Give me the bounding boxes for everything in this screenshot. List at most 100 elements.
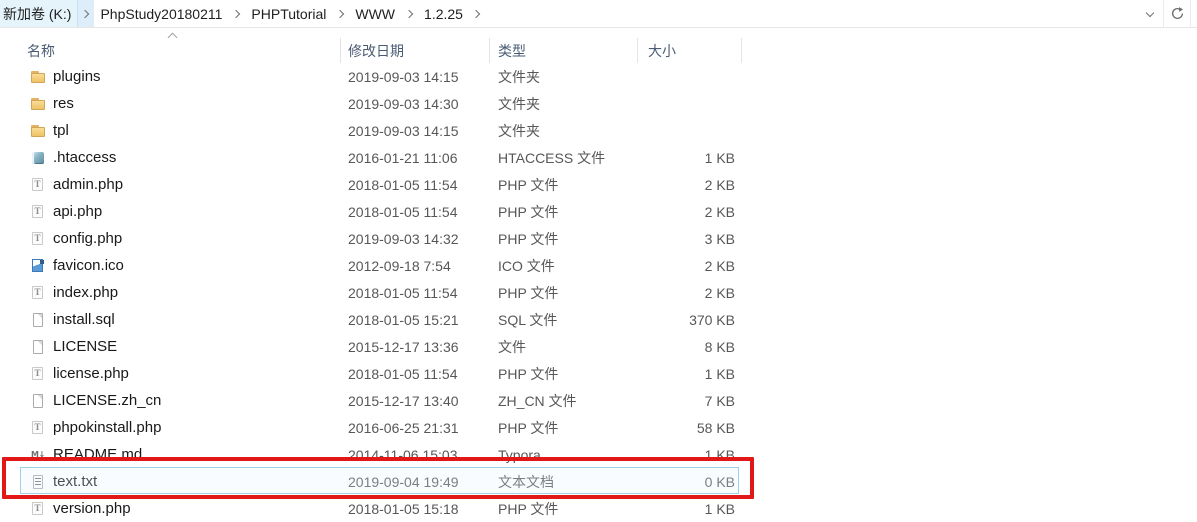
file-date-modified: 2016-01-21 11:06 bbox=[348, 150, 498, 166]
file-rows: plugins 2019-09-03 14:15 文件夹 res 2019-09… bbox=[0, 63, 1197, 522]
file-size: 2 KB bbox=[648, 258, 742, 274]
file-name: favicon.ico bbox=[53, 257, 124, 274]
file-name: tpl bbox=[53, 122, 69, 139]
chevron-down-icon bbox=[1146, 8, 1154, 16]
file-row[interactable]: install.sql 2018-01-05 15:21 SQL 文件 370 … bbox=[0, 306, 1197, 333]
file-type: 文件 bbox=[498, 337, 648, 357]
file-date-modified: 2018-01-05 11:54 bbox=[348, 204, 498, 220]
file-row[interactable]: LICENSE 2015-12-17 13:36 文件 8 KB bbox=[0, 333, 1197, 360]
folder-icon bbox=[30, 96, 46, 112]
text-editor-icon bbox=[30, 420, 46, 436]
file-row[interactable]: .htaccess 2016-01-21 11:06 HTACCESS 文件 1… bbox=[0, 144, 1197, 171]
file-row[interactable]: index.php 2018-01-05 11:54 PHP 文件 2 KB bbox=[0, 279, 1197, 306]
text-editor-icon bbox=[30, 231, 46, 247]
file-name: config.php bbox=[53, 230, 122, 247]
text-editor-icon bbox=[30, 285, 46, 301]
file-size: 2 KB bbox=[648, 177, 742, 193]
file-size: 8 KB bbox=[648, 339, 742, 355]
folder-icon bbox=[30, 69, 46, 85]
file-list-pane: 名称 修改日期 类型 大小 plugins 2019-09-03 14:15 文… bbox=[0, 38, 1197, 522]
file-date-modified: 2018-01-05 15:21 bbox=[348, 312, 498, 328]
blank-file-icon bbox=[30, 312, 46, 328]
file-size: 1 KB bbox=[648, 366, 742, 382]
file-row[interactable]: text.txt 2019-09-04 19:49 文本文档 0 KB bbox=[0, 468, 1197, 495]
file-row[interactable]: plugins 2019-09-03 14:15 文件夹 bbox=[0, 63, 1197, 90]
file-row[interactable]: LICENSE.zh_cn 2015-12-17 13:40 ZH_CN 文件 … bbox=[0, 387, 1197, 414]
file-row[interactable]: license.php 2018-01-05 11:54 PHP 文件 1 KB bbox=[0, 360, 1197, 387]
file-type: PHP 文件 bbox=[498, 202, 648, 222]
blank-file-icon bbox=[30, 339, 46, 355]
file-date-modified: 2019-09-04 19:49 bbox=[348, 474, 498, 490]
file-name: res bbox=[53, 95, 74, 112]
column-header-date-modified[interactable]: 修改日期 bbox=[341, 38, 490, 63]
file-row[interactable]: api.php 2018-01-05 11:54 PHP 文件 2 KB bbox=[0, 198, 1197, 225]
breadcrumb-item-version[interactable]: 1.2.25 bbox=[418, 0, 469, 27]
file-size: 58 KB bbox=[648, 420, 742, 436]
file-date-modified: 2018-01-05 11:54 bbox=[348, 366, 498, 382]
refresh-button[interactable] bbox=[1164, 0, 1190, 27]
file-size: 370 KB bbox=[648, 312, 742, 328]
file-size: 7 KB bbox=[648, 393, 742, 409]
file-row[interactable]: version.php 2018-01-05 15:18 PHP 文件 1 KB bbox=[0, 495, 1197, 522]
blank-file-icon bbox=[30, 393, 46, 409]
markdown-icon bbox=[30, 447, 46, 463]
file-date-modified: 2019-09-03 14:15 bbox=[348, 69, 498, 85]
file-size: 2 KB bbox=[648, 285, 742, 301]
file-date-modified: 2015-12-17 13:40 bbox=[348, 393, 498, 409]
file-size: 1 KB bbox=[648, 150, 742, 166]
breadcrumb-chevron-icon[interactable] bbox=[332, 0, 349, 27]
file-type: 文件夹 bbox=[498, 121, 648, 141]
file-name: text.txt bbox=[53, 473, 97, 490]
text-editor-icon bbox=[30, 501, 46, 517]
breadcrumb-chevron-icon[interactable] bbox=[77, 0, 94, 27]
file-name: phpokinstall.php bbox=[53, 419, 161, 436]
breadcrumb-item-phptutorial[interactable]: PHPTutorial bbox=[245, 0, 332, 27]
file-name: version.php bbox=[53, 500, 131, 517]
breadcrumb-item-drive[interactable]: 新加卷 (K:) bbox=[0, 0, 77, 27]
breadcrumb-chevron-icon[interactable] bbox=[228, 0, 245, 27]
file-name: license.php bbox=[53, 365, 129, 382]
file-type: PHP 文件 bbox=[498, 175, 648, 195]
file-name: admin.php bbox=[53, 176, 123, 193]
file-row[interactable]: res 2019-09-03 14:30 文件夹 bbox=[0, 90, 1197, 117]
file-date-modified: 2018-01-05 11:54 bbox=[348, 285, 498, 301]
text-editor-icon bbox=[30, 177, 46, 193]
file-row[interactable]: phpokinstall.php 2016-06-25 21:31 PHP 文件… bbox=[0, 414, 1197, 441]
folder-icon bbox=[30, 123, 46, 139]
breadcrumb-chevron-icon[interactable] bbox=[469, 0, 486, 27]
file-name: LICENSE.zh_cn bbox=[53, 392, 161, 409]
file-type: HTACCESS 文件 bbox=[498, 148, 648, 168]
address-history-dropdown-button[interactable] bbox=[1137, 0, 1163, 27]
file-size: 1 KB bbox=[648, 447, 742, 463]
breadcrumb-chevron-icon[interactable] bbox=[401, 0, 418, 27]
column-header-name[interactable]: 名称 bbox=[0, 38, 341, 63]
column-header-type[interactable]: 类型 bbox=[490, 38, 638, 63]
file-date-modified: 2012-09-18 7:54 bbox=[348, 258, 498, 274]
file-type: PHP 文件 bbox=[498, 229, 648, 249]
file-date-modified: 2018-01-05 15:18 bbox=[348, 501, 498, 517]
file-row[interactable]: config.php 2019-09-03 14:32 PHP 文件 3 KB bbox=[0, 225, 1197, 252]
file-row[interactable]: tpl 2019-09-03 14:15 文件夹 bbox=[0, 117, 1197, 144]
image-icon bbox=[30, 258, 46, 274]
file-type: Typora bbox=[498, 447, 648, 463]
address-bar[interactable]: 新加卷 (K:) PhpStudy20180211 PHPTutorial WW… bbox=[0, 0, 1197, 28]
column-header-size[interactable]: 大小 bbox=[638, 38, 742, 63]
file-type: 文本文档 bbox=[498, 472, 648, 492]
file-type: ZH_CN 文件 bbox=[498, 391, 648, 411]
file-row[interactable]: favicon.ico 2012-09-18 7:54 ICO 文件 2 KB bbox=[0, 252, 1197, 279]
file-type: 文件夹 bbox=[498, 94, 648, 114]
file-row[interactable]: admin.php 2018-01-05 11:54 PHP 文件 2 KB bbox=[0, 171, 1197, 198]
file-size: 2 KB bbox=[648, 204, 742, 220]
file-date-modified: 2019-09-03 14:30 bbox=[348, 96, 498, 112]
file-row[interactable]: README.md 2014-11-06 15:03 Typora 1 KB bbox=[0, 441, 1197, 468]
file-type: ICO 文件 bbox=[498, 256, 648, 276]
file-name: LICENSE bbox=[53, 338, 117, 355]
breadcrumb-item-phpstudy[interactable]: PhpStudy20180211 bbox=[94, 0, 228, 27]
breadcrumb-item-www[interactable]: WWW bbox=[349, 0, 401, 27]
file-name: install.sql bbox=[53, 311, 115, 328]
file-name: plugins bbox=[53, 68, 101, 85]
file-name: index.php bbox=[53, 284, 118, 301]
column-headers: 名称 修改日期 类型 大小 bbox=[0, 38, 1197, 63]
file-size: 3 KB bbox=[648, 231, 742, 247]
file-name: .htaccess bbox=[53, 149, 116, 166]
